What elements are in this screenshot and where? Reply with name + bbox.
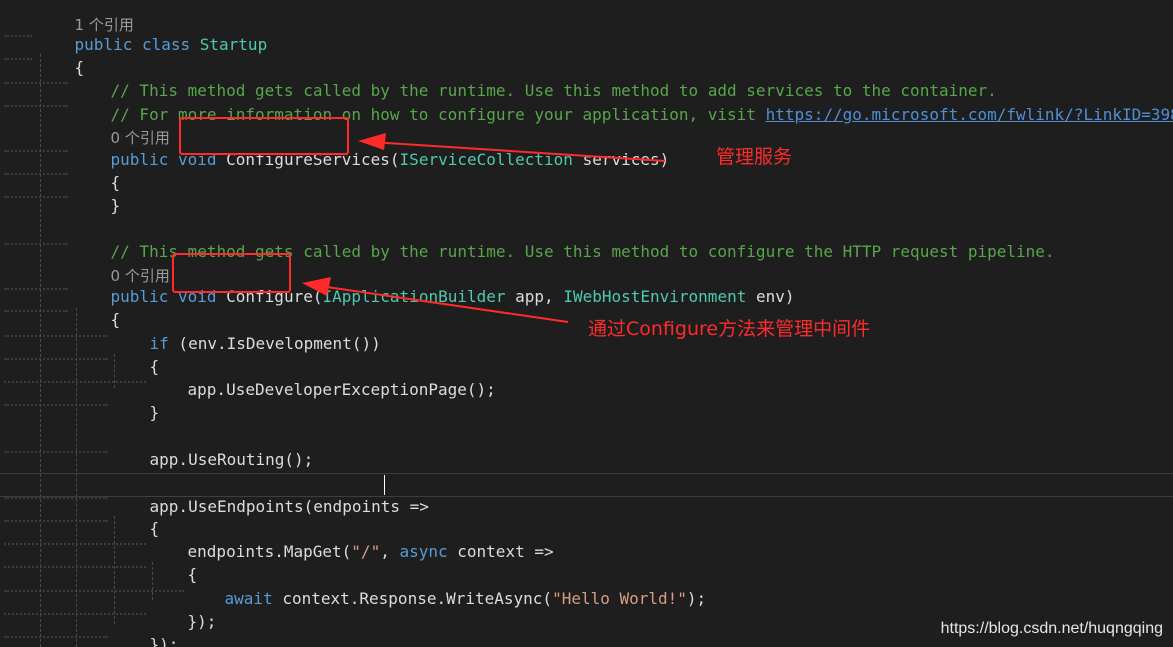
annotation-arrows xyxy=(302,133,666,323)
code-editor[interactable]: 1 个引用 public class Startup { // This met… xyxy=(0,0,1173,647)
arrow-head xyxy=(302,277,331,296)
annotation-configure: 通过Configure方法来管理中间件 xyxy=(588,318,871,340)
arrow-line xyxy=(371,141,666,162)
annotation-services: 管理服务 xyxy=(716,146,793,168)
arrow-line xyxy=(319,285,569,323)
arrow-head xyxy=(358,133,386,150)
watermark: https://blog.csdn.net/huqngqing xyxy=(940,620,1163,637)
